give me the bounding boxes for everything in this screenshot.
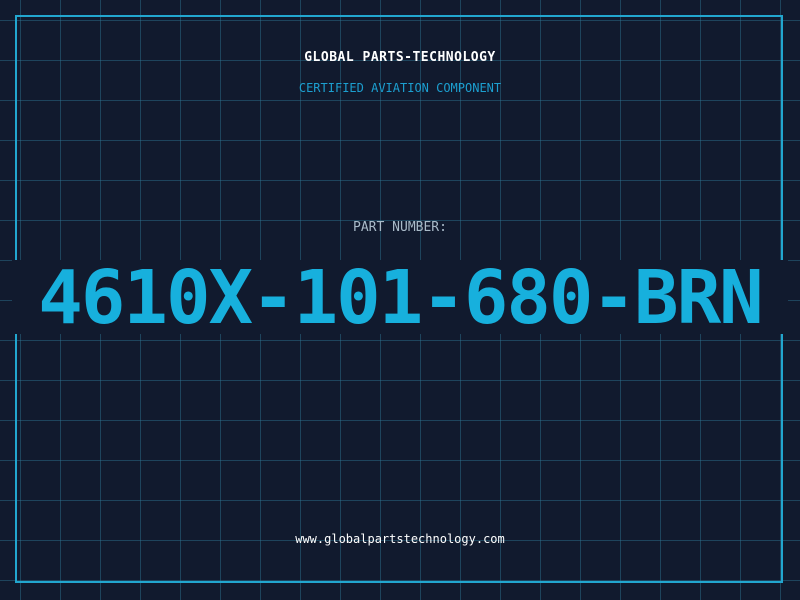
part-number-value: 4610X-101-680-BRN <box>38 255 763 341</box>
certification-tagline: CERTIFIED AVIATION COMPONENT <box>298 81 502 95</box>
part-label-card: GLOBAL PARTS-TECHNOLOGY CERTIFIED AVIATI… <box>0 0 800 600</box>
part-number-label: PART NUMBER: <box>353 220 447 235</box>
company-name: GLOBAL PARTS-TECHNOLOGY <box>304 50 496 65</box>
website-url: www.globalpartstechnology.com <box>295 532 505 546</box>
